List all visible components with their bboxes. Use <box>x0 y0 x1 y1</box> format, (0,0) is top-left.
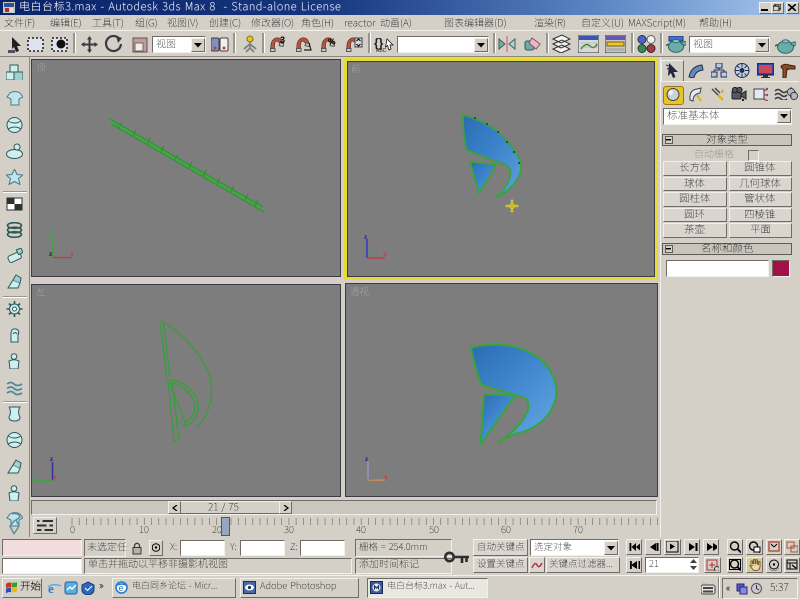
svg-text:y: y <box>49 227 53 236</box>
svg-text:3: 3 <box>280 36 285 45</box>
svg-text:y: y <box>368 248 372 257</box>
svg-text:z: z <box>364 232 368 241</box>
svg-text:z: z <box>50 454 54 463</box>
svg-text:e: e <box>48 581 54 595</box>
svg-text:%: % <box>328 37 336 47</box>
svg-text:···: ··· <box>703 581 707 586</box>
svg-text:e: e <box>119 583 124 593</box>
svg-text:z: z <box>49 249 53 258</box>
svg-text:x: x <box>384 472 388 481</box>
svg-text:y: y <box>366 475 370 484</box>
svg-text:ABC: ABC <box>376 48 387 53</box>
svg-text:y: y <box>32 473 36 482</box>
svg-text:z: z <box>365 454 369 463</box>
svg-text:x: x <box>383 249 387 258</box>
svg-text:x: x <box>70 249 74 258</box>
svg-text:x: x <box>53 472 57 481</box>
